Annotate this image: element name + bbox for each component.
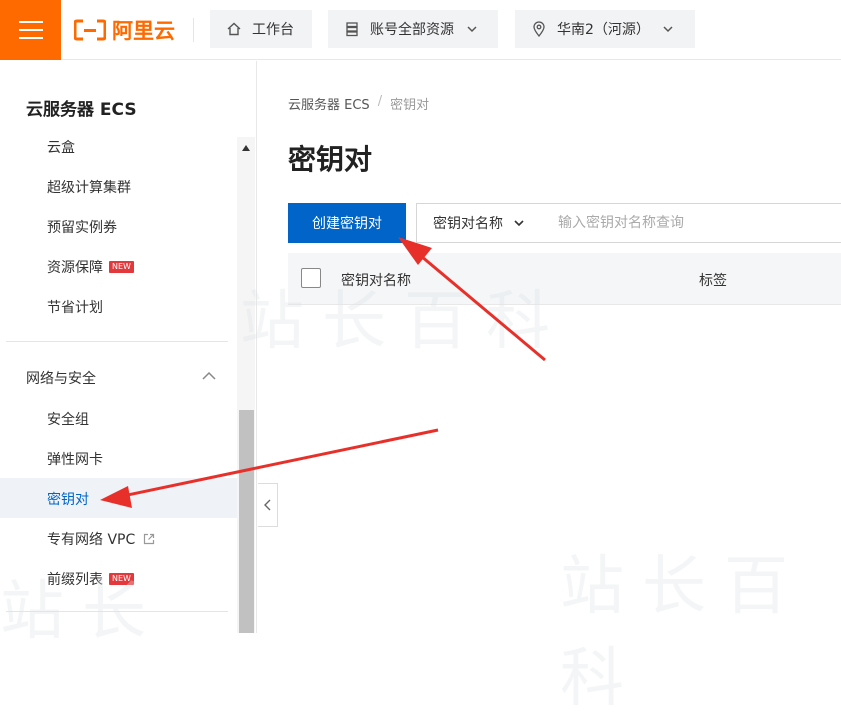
home-icon	[226, 21, 242, 37]
active-item-highlight	[0, 478, 237, 518]
sidebar-title: 云服务器 ECS	[26, 100, 137, 120]
sidebar-item-label: 弹性网卡	[47, 452, 103, 468]
filter-field-label: 密钥对名称	[433, 216, 503, 232]
sidebar-item-resource-assurance[interactable]: 资源保障 NEW	[47, 257, 134, 277]
sidebar-item-label: 密钥对	[47, 492, 89, 508]
sidebar-item-cloud-box[interactable]: 云盒	[47, 137, 75, 157]
chevron-left-icon	[263, 499, 270, 511]
aliyun-logo-icon	[74, 19, 106, 41]
column-header-name: 密钥对名称	[341, 273, 411, 289]
sidebar-item-security-group[interactable]: 安全组	[47, 409, 89, 429]
region-dropdown[interactable]: 华南2（河源）	[515, 10, 695, 48]
resource-scope-label: 账号全部资源	[370, 22, 454, 38]
divider	[6, 341, 228, 342]
table-header: 密钥对名称 标签	[288, 253, 841, 305]
chevron-down-icon	[466, 23, 478, 35]
sidebar-item-key-pairs[interactable]: 密钥对	[47, 489, 89, 509]
chevron-down-icon	[513, 217, 525, 229]
page-title: 密钥对	[288, 143, 373, 176]
chevron-up-icon[interactable]	[201, 370, 217, 382]
collapse-sidebar-button[interactable]	[258, 483, 278, 527]
sidebar-item-elastic-nic[interactable]: 弹性网卡	[47, 449, 103, 469]
create-key-pair-button[interactable]: 创建密钥对	[288, 203, 406, 243]
brand-logo[interactable]: 阿里云	[74, 14, 175, 46]
breadcrumb-current: 密钥对	[390, 98, 430, 113]
external-link-icon	[144, 533, 155, 545]
location-pin-icon	[531, 21, 547, 37]
sidebar-item-label: 前缀列表	[47, 572, 103, 588]
new-badge: NEW	[109, 261, 134, 273]
sidebar-item-prefix-list[interactable]: 前缀列表 NEW	[47, 569, 134, 589]
column-header-tags: 标签	[699, 273, 727, 289]
divider	[193, 18, 194, 42]
sidebar-item-reserved-instances[interactable]: 预留实例券	[47, 217, 117, 237]
breadcrumb-parent[interactable]: 云服务器 ECS	[288, 94, 370, 113]
sidebar-group-network-security[interactable]: 网络与安全	[26, 368, 96, 388]
workbench-button[interactable]: 工作台	[210, 10, 312, 48]
scroll-up-arrow-icon[interactable]	[237, 139, 255, 157]
new-badge: NEW	[109, 573, 134, 585]
stack-icon	[344, 21, 360, 37]
sidebar-item-vpc[interactable]: 专有网络 VPC	[47, 529, 155, 549]
sidebar-item-label: 安全组	[47, 412, 89, 428]
search-input[interactable]	[542, 203, 841, 243]
filter-field-select[interactable]: 密钥对名称	[416, 203, 543, 243]
top-bar: 阿里云 工作台 账号全部资源 华南2（河源）	[0, 0, 841, 60]
sidebar-item-label: 云盒	[47, 140, 75, 156]
sidebar-item-label: 预留实例券	[47, 220, 117, 236]
sidebar-item-label: 超级计算集群	[47, 180, 131, 196]
sidebar-item-label: 节省计划	[47, 300, 103, 316]
watermark: 站长百科	[560, 550, 806, 716]
menu-icon[interactable]	[0, 0, 61, 60]
select-all-checkbox[interactable]	[301, 268, 321, 288]
brand-name: 阿里云	[112, 19, 175, 43]
sidebar-item-supercomputing-cluster[interactable]: 超级计算集群	[47, 177, 131, 197]
chevron-down-icon	[662, 23, 674, 35]
sidebar-item-savings-plan[interactable]: 节省计划	[47, 297, 103, 317]
sidebar-item-label: 专有网络 VPC	[47, 532, 136, 548]
sidebar-scrollbar-thumb[interactable]	[239, 410, 254, 633]
breadcrumb: 云服务器 ECS / 密钥对	[288, 94, 429, 113]
breadcrumb-separator: /	[377, 94, 383, 109]
workbench-label: 工作台	[252, 22, 294, 38]
divider	[6, 611, 228, 612]
sidebar: 云服务器 ECS 云盒 超级计算集群 预留实例券 资源保障 NEW 节省计划 网…	[0, 61, 257, 633]
resource-scope-dropdown[interactable]: 账号全部资源	[328, 10, 498, 48]
region-label: 华南2（河源）	[557, 22, 650, 38]
sidebar-item-label: 资源保障	[47, 260, 103, 276]
